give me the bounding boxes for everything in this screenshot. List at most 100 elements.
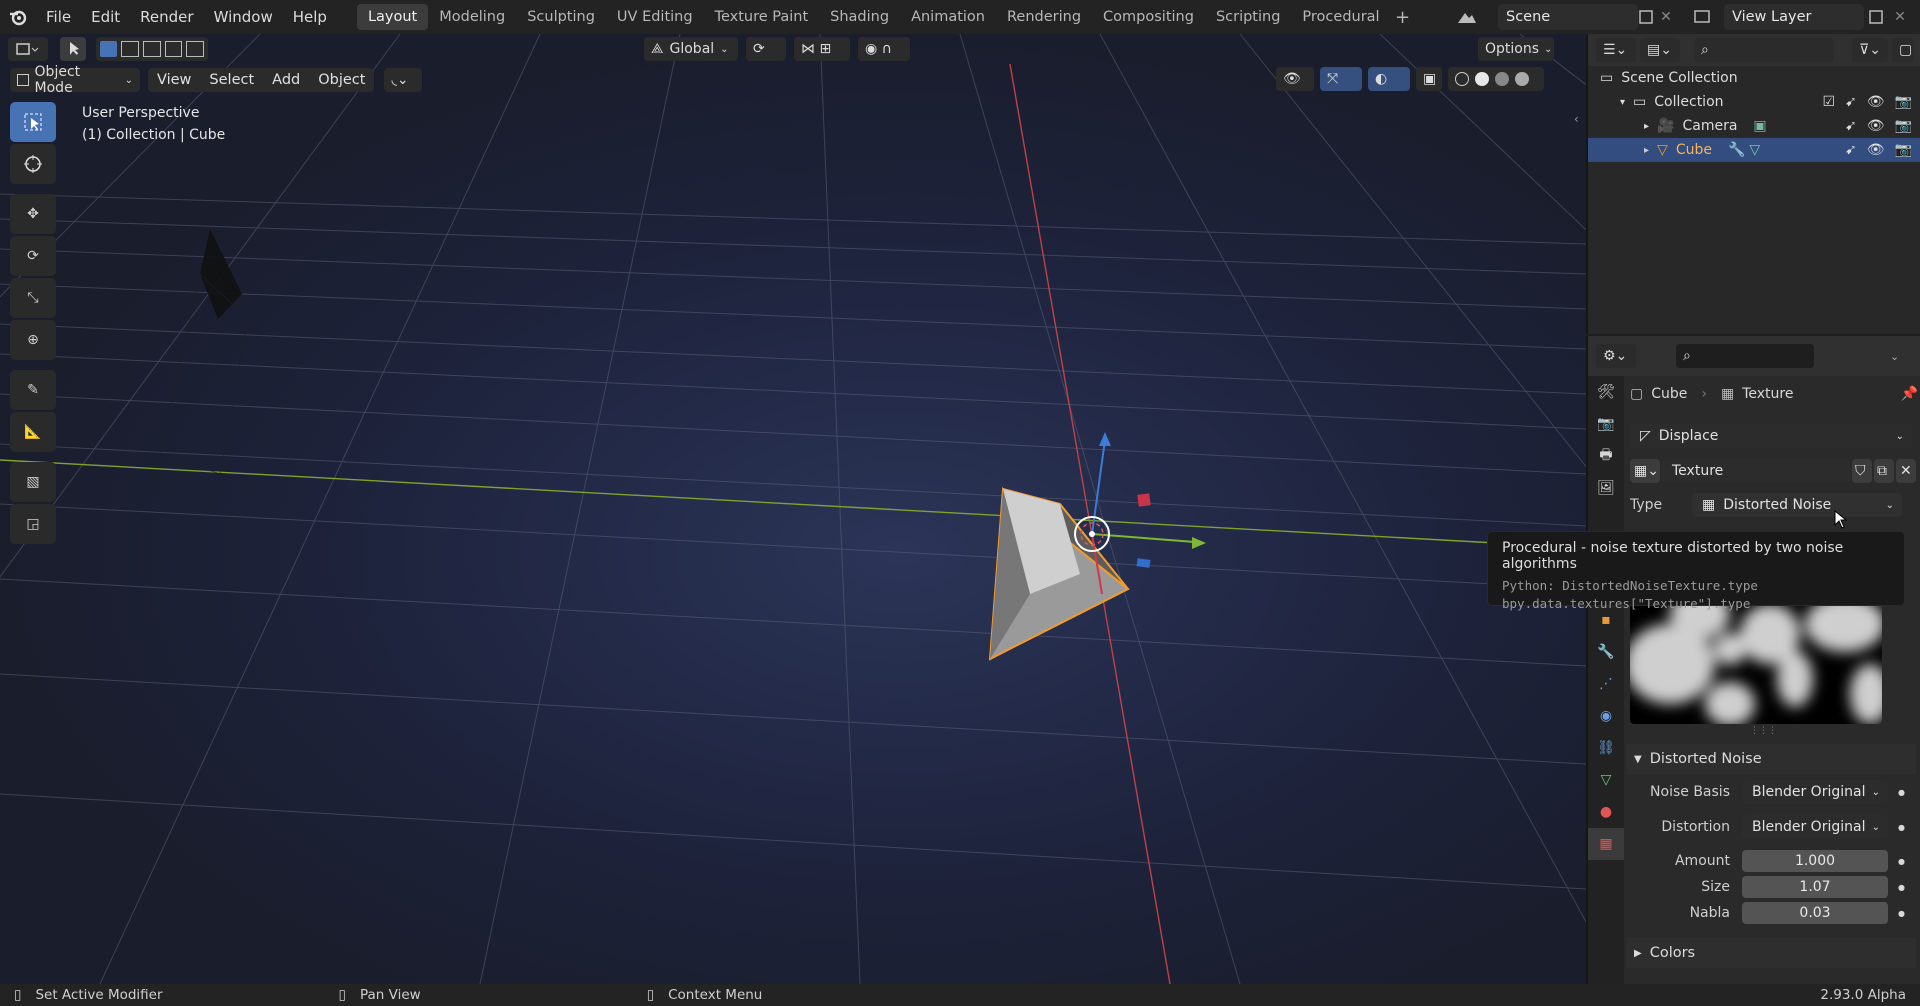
tab-procedural[interactable]: Procedural	[1291, 4, 1390, 30]
invert-selection-icon[interactable]	[164, 41, 183, 57]
view-layer-tab-icon[interactable]: 🖼	[1588, 472, 1624, 504]
texture-tab-icon[interactable]: ▦	[1588, 828, 1624, 860]
render-tab-icon[interactable]: 📷	[1588, 408, 1624, 440]
distorted-noise-panel-header[interactable]: ▼ Distorted Noise	[1626, 744, 1916, 774]
set-selection-icon[interactable]	[100, 41, 118, 57]
select-arrow-icon[interactable]: ➹	[1845, 118, 1857, 134]
physics-tab-icon[interactable]: ◉	[1588, 700, 1624, 732]
modifier-wrench-tab-icon[interactable]: 🔧	[1588, 636, 1624, 668]
falloff-dropdown[interactable]: ◟⌄	[384, 68, 423, 92]
menu-select[interactable]: Select	[200, 68, 264, 92]
pivot-point-dropdown[interactable]: ⟳	[746, 37, 786, 61]
add-workspace-button[interactable]: +	[1391, 7, 1415, 28]
camera-render-icon[interactable]: 📷	[1895, 118, 1912, 134]
menu-view[interactable]: View	[148, 68, 201, 92]
keyframe-dot-icon[interactable]: ●	[1898, 883, 1905, 892]
colors-panel-header[interactable]: ▶ Colors	[1626, 938, 1916, 968]
delete-view-layer-icon[interactable]: ✕	[1890, 7, 1910, 27]
menu-render[interactable]: Render	[130, 0, 203, 34]
new-collection-icon[interactable]: ▢	[1892, 38, 1914, 62]
filter-dropdown[interactable]: ⊽⌄	[1852, 38, 1888, 62]
extend-selection-icon[interactable]	[121, 41, 140, 57]
menu-window[interactable]: Window	[204, 0, 283, 34]
keyframe-dot-icon[interactable]: ●	[1898, 788, 1905, 797]
expand-arrow-icon[interactable]: ▸	[1644, 121, 1649, 132]
texture-type-dropdown[interactable]: ▦ Distorted Noise ⌄	[1692, 493, 1902, 517]
keyframe-dot-icon[interactable]: ●	[1898, 857, 1905, 866]
outliner-search-input[interactable]: ⌕	[1694, 38, 1834, 62]
camera-render-icon[interactable]: 📷	[1895, 94, 1912, 110]
shading-buttons[interactable]	[1448, 67, 1544, 91]
overlay-toggle[interactable]: ◐	[1368, 67, 1410, 91]
nabla-field[interactable]: 0.03	[1742, 902, 1888, 924]
texture-browse-button[interactable]: ▦⌄	[1630, 459, 1660, 483]
pin-icon[interactable]: 📌	[1901, 386, 1918, 402]
menu-edit[interactable]: Edit	[81, 0, 130, 34]
keyframe-dot-icon[interactable]: ●	[1898, 909, 1905, 918]
tab-uv-editing[interactable]: UV Editing	[606, 4, 704, 30]
snap-toggle[interactable]: ⋈ ⊞	[794, 37, 850, 61]
outliner-item-cube[interactable]: ▸ ▽ Cube 🔧 ▽ ➹ 👁 📷	[1588, 138, 1920, 162]
menu-file[interactable]: File	[36, 0, 81, 34]
measure-tool[interactable]: 📐	[10, 412, 56, 452]
particles-tab-icon[interactable]: ⋰	[1588, 668, 1624, 700]
amount-field[interactable]: 1.000	[1742, 850, 1888, 872]
properties-editor-type-button[interactable]: ⚙⌄	[1596, 344, 1636, 368]
properties-search-input[interactable]: ⌕	[1676, 344, 1814, 368]
eye-icon[interactable]: 👁	[1867, 118, 1885, 134]
solid-shading-icon[interactable]	[1475, 72, 1489, 86]
unlink-texture-icon[interactable]: ✕	[1896, 459, 1916, 483]
tab-animation[interactable]: Animation	[900, 4, 996, 30]
selection-mode-buttons[interactable]	[96, 37, 208, 61]
select-tool-button[interactable]	[60, 37, 86, 61]
resize-grip-icon[interactable]: ⋮⋮⋮	[1750, 726, 1777, 736]
display-mode-dropdown[interactable]: ▤⌄	[1640, 38, 1680, 62]
cursor-tool[interactable]	[10, 144, 56, 184]
3d-viewport[interactable]: ⟁ Global ⌄ ⟳ ⋈ ⊞ ◉ ∩ Options ⌄ Object Mo…	[0, 34, 1586, 984]
mesh-data-tab-icon[interactable]: ▽	[1588, 764, 1624, 796]
modifier-dropdown[interactable]: ◸ Displace ⌄	[1630, 424, 1912, 448]
tab-compositing[interactable]: Compositing	[1092, 4, 1205, 30]
options-dropdown[interactable]: Options ⌄	[1478, 37, 1554, 61]
mode-dropdown[interactable]: Object Mode ⌄	[10, 64, 140, 96]
keyframe-dot-icon[interactable]: ●	[1898, 823, 1905, 832]
camera-object[interactable]	[159, 229, 249, 475]
xray-toggle[interactable]: ▣	[1416, 67, 1442, 91]
collection-row[interactable]: ▾ ▭ Collection ☑ ➹ 👁 📷	[1588, 90, 1920, 114]
new-view-layer-icon[interactable]	[1866, 7, 1886, 27]
tab-rendering[interactable]: Rendering	[996, 4, 1092, 30]
select-arrow-icon[interactable]: ➹	[1845, 94, 1857, 110]
eye-icon[interactable]: 👁	[1867, 94, 1885, 110]
add-cube-tool[interactable]: ▧	[10, 462, 56, 502]
duplicate-texture-icon[interactable]: ⧉	[1874, 459, 1894, 483]
transform-tool[interactable]: ⊕	[10, 320, 56, 360]
annotate-tool[interactable]: ✎	[10, 370, 56, 410]
view-layer-icon[interactable]	[1686, 6, 1720, 28]
scale-tool[interactable]: ⤡	[10, 278, 56, 318]
select-arrow-icon[interactable]: ➹	[1845, 142, 1857, 158]
rendered-shading-icon[interactable]	[1515, 72, 1529, 86]
outliner-editor-type-button[interactable]: ☰⌄	[1596, 38, 1636, 62]
subtract-selection-icon[interactable]	[143, 41, 161, 57]
proportional-edit-toggle[interactable]: ◉ ∩	[858, 37, 910, 61]
editor-type-button[interactable]	[8, 37, 48, 61]
blender-logo-icon[interactable]	[0, 0, 36, 34]
exclude-checkbox[interactable]: ☑	[1822, 94, 1835, 110]
distortion-dropdown[interactable]: Blender Original ⌄	[1742, 815, 1888, 839]
move-tool[interactable]: ✥	[10, 194, 56, 234]
rotate-tool[interactable]: ⟳	[10, 236, 56, 276]
material-shading-icon[interactable]	[1495, 72, 1509, 86]
size-field[interactable]: 1.07	[1742, 876, 1888, 898]
fake-user-shield-icon[interactable]: ⛉	[1852, 459, 1872, 483]
gizmo-toggle[interactable]: ⤧	[1320, 67, 1362, 91]
collapse-arrow-icon[interactable]: ▾	[1620, 97, 1625, 108]
output-tab-icon[interactable]: 🖶	[1588, 440, 1624, 472]
tab-shading[interactable]: Shading	[819, 4, 900, 30]
cube-object[interactable]	[988, 487, 1130, 661]
delete-scene-icon[interactable]: ✕	[1656, 7, 1676, 27]
scene-collection-row[interactable]: ▭ Scene Collection	[1588, 66, 1920, 90]
tab-modeling[interactable]: Modeling	[428, 4, 516, 30]
transform-orientation-dropdown[interactable]: ⟁ Global ⌄	[644, 37, 738, 61]
tab-scripting[interactable]: Scripting	[1205, 4, 1291, 30]
noise-basis-dropdown[interactable]: Blender Original ⌄	[1742, 780, 1888, 804]
